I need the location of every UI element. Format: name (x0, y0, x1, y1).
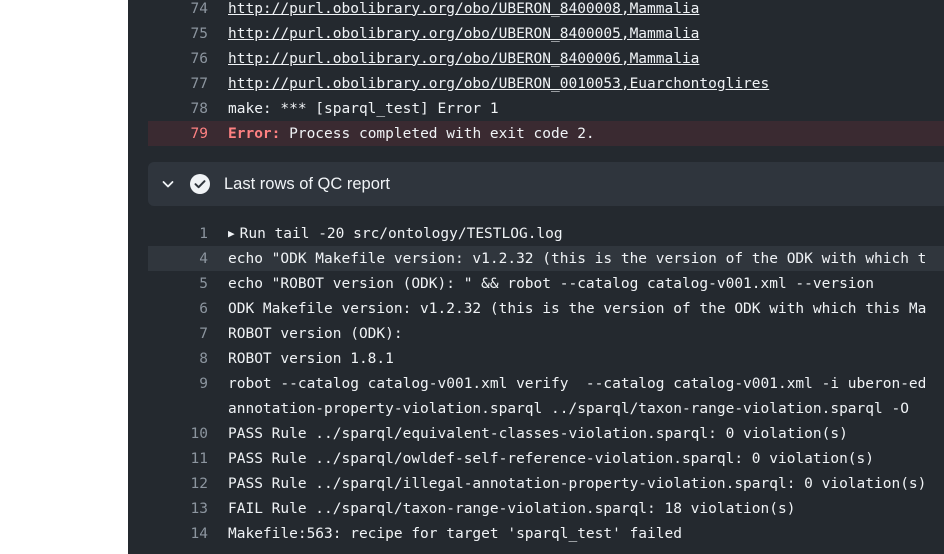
log-line: 77 http://purl.obolibrary.org/obo/UBERON… (148, 71, 944, 96)
log-line: 9 robot --catalog catalog-v001.xml verif… (148, 371, 944, 396)
log-text: ROBOT version 1.8.1 (228, 350, 394, 367)
step-title: Last rows of QC report (224, 174, 390, 193)
line-number[interactable]: 7 (148, 326, 228, 342)
line-number[interactable]: 77 (148, 76, 228, 92)
log-line: 8 ROBOT version 1.8.1 (148, 346, 944, 371)
log-text: Process completed with exit code 2. (280, 125, 595, 142)
log-link[interactable]: http://purl.obolibrary.org/obo/UBERON_84… (228, 1, 699, 17)
log-line: 11 PASS Rule ../sparql/owldef-self-refer… (148, 446, 944, 471)
log-text: ODK Makefile version: v1.2.32 (this is t… (228, 300, 927, 317)
log-link[interactable]: http://purl.obolibrary.org/obo/UBERON_84… (228, 51, 699, 67)
line-number[interactable]: 9 (148, 376, 228, 392)
line-number[interactable]: 12 (148, 476, 228, 492)
line-number[interactable]: 79 (148, 126, 228, 142)
log-text: FAIL Rule ../sparql/taxon-range-violatio… (228, 500, 796, 517)
log-link[interactable]: http://purl.obolibrary.org/obo/UBERON_84… (228, 26, 699, 42)
line-number[interactable]: 11 (148, 451, 228, 467)
error-prefix: Error: (228, 125, 281, 142)
log-line-continuation: annotation-property-violation.sparql ../… (148, 396, 944, 421)
left-sidebar (0, 0, 128, 554)
line-number[interactable]: 74 (148, 1, 228, 17)
line-number[interactable]: 13 (148, 501, 228, 517)
log-text: annotation-property-violation.sparql ../… (228, 400, 909, 417)
line-number[interactable]: 1 (148, 226, 228, 242)
line-number[interactable]: 8 (148, 351, 228, 367)
log-error-line: 79 Error: Process completed with exit co… (148, 121, 944, 146)
log-text: ROBOT version (ODK): (228, 325, 403, 342)
log-text: make: *** [sparql_test] Error 1 (228, 100, 499, 117)
log-text: PASS Rule ../sparql/equivalent-classes-v… (228, 425, 848, 442)
log-line: 12 PASS Rule ../sparql/illegal-annotatio… (148, 471, 944, 496)
log-text: echo "ROBOT version (ODK): " && robot --… (228, 275, 875, 292)
expand-triangle-icon[interactable]: ▶ (228, 227, 235, 240)
log-line: 78 make: *** [sparql_test] Error 1 (148, 96, 944, 121)
log-text: Makefile:563: recipe for target 'sparql_… (228, 525, 682, 542)
log-line: 14 Makefile:563: recipe for target 'spar… (148, 521, 944, 546)
log-line: 1 ▶ Run tail -20 src/ontology/TESTLOG.lo… (148, 221, 944, 246)
log-text: echo "ODK Makefile version: v1.2.32 (thi… (228, 250, 927, 267)
log-text: robot --catalog catalog-v001.xml verify … (228, 375, 927, 392)
log-group-command[interactable]: Run tail -20 src/ontology/TESTLOG.log (240, 226, 563, 242)
line-number[interactable]: 14 (148, 526, 228, 542)
log-line: 75 http://purl.obolibrary.org/obo/UBERON… (148, 21, 944, 46)
line-number[interactable]: 5 (148, 276, 228, 292)
log-line: 10 PASS Rule ../sparql/equivalent-classe… (148, 421, 944, 446)
line-number[interactable]: 4 (148, 251, 228, 267)
job-log-panel: 74 http://purl.obolibrary.org/obo/UBERON… (128, 0, 944, 554)
line-number[interactable]: 6 (148, 301, 228, 317)
line-number[interactable]: 10 (148, 426, 228, 442)
log-line: 7 ROBOT version (ODK): (148, 321, 944, 346)
log-line: 5 echo "ROBOT version (ODK): " && robot … (148, 271, 944, 296)
line-number[interactable]: 75 (148, 26, 228, 42)
check-circle-icon (189, 173, 211, 195)
step-header-last-rows-qc-report[interactable]: Last rows of QC report (148, 162, 944, 206)
log-link[interactable]: http://purl.obolibrary.org/obo/UBERON_00… (228, 76, 769, 92)
line-number[interactable]: 76 (148, 51, 228, 67)
line-number[interactable]: 78 (148, 101, 228, 117)
log-line: 76 http://purl.obolibrary.org/obo/UBERON… (148, 46, 944, 71)
log-line: 13 FAIL Rule ../sparql/taxon-range-viola… (148, 496, 944, 521)
log-text: PASS Rule ../sparql/owldef-self-referenc… (228, 450, 875, 467)
log-text: PASS Rule ../sparql/illegal-annotation-p… (228, 475, 927, 492)
log-line-highlighted: 4 echo "ODK Makefile version: v1.2.32 (t… (148, 246, 944, 271)
log-line: 74 http://purl.obolibrary.org/obo/UBERON… (148, 0, 944, 21)
page: 74 http://purl.obolibrary.org/obo/UBERON… (0, 0, 944, 554)
log-line: 6 ODK Makefile version: v1.2.32 (this is… (148, 296, 944, 321)
chevron-down-icon[interactable] (160, 176, 176, 192)
